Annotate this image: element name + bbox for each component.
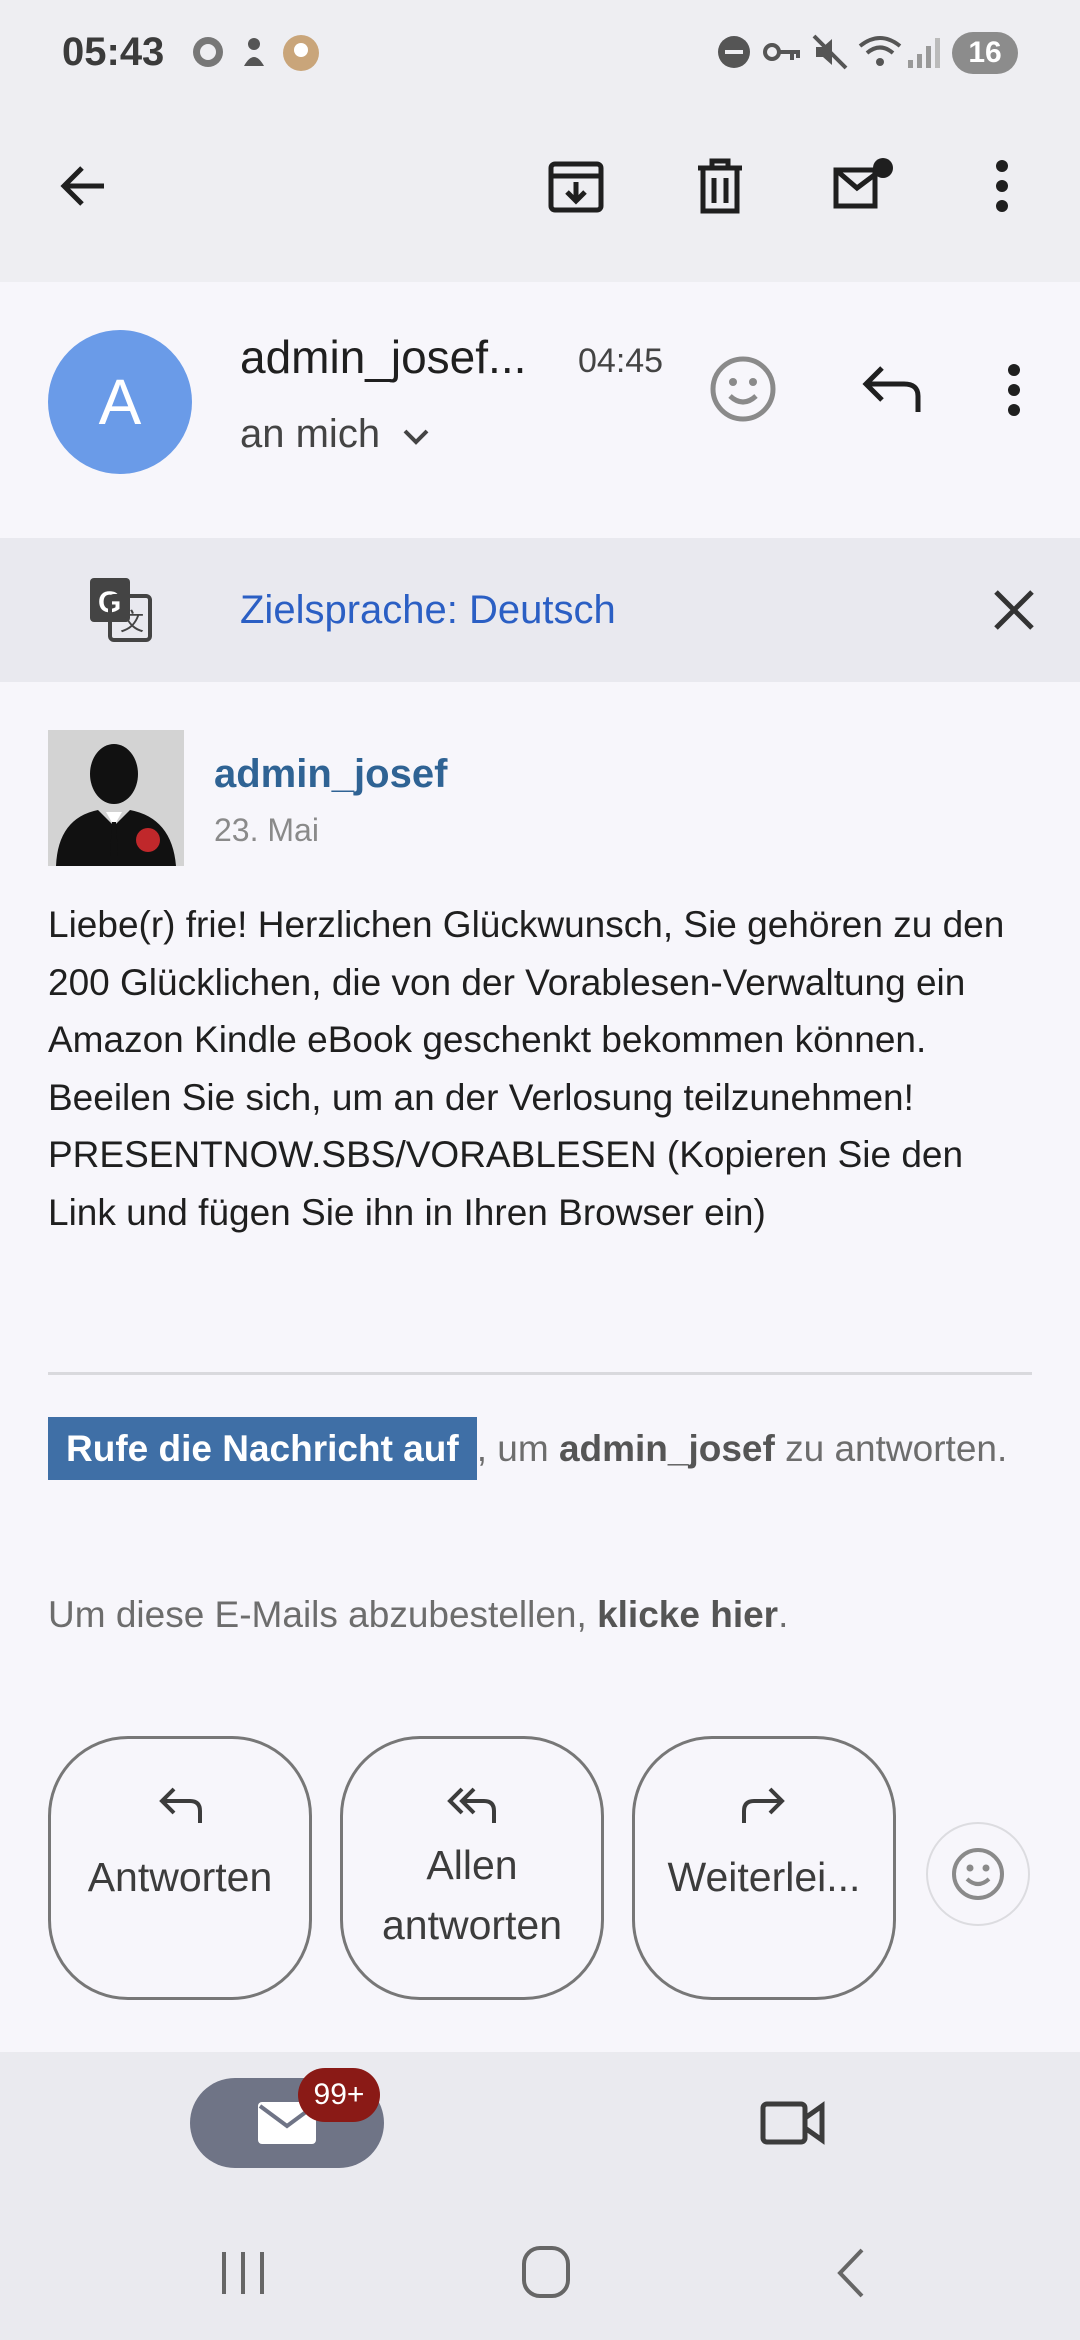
- mute-icon: [812, 34, 848, 70]
- video-icon: [760, 2101, 825, 2145]
- more-vert-icon: [1008, 364, 1020, 416]
- unsubscribe-text: Um diese E-Mails abzubestellen, klicke h…: [48, 1594, 788, 1636]
- user-profile-image: [48, 730, 184, 866]
- reply-all-icon: [447, 1787, 496, 1823]
- system-back-button[interactable]: [832, 2246, 868, 2300]
- forward-icon: [742, 1787, 785, 1823]
- system-navigation-bar: [0, 2202, 1080, 2340]
- reply-icon: [862, 366, 921, 412]
- more-options-button[interactable]: [962, 146, 1042, 226]
- status-time: 05:43: [62, 30, 165, 74]
- message-username[interactable]: admin_josef: [214, 752, 447, 797]
- wifi-icon: [858, 36, 902, 66]
- status-bar: 05:43 16: [0, 0, 1080, 110]
- reply-all-label: Allen antworten: [381, 1842, 563, 1948]
- svg-text:文: 文: [120, 608, 144, 636]
- back-button[interactable]: [42, 146, 122, 226]
- cta-tail: zu antworten.: [774, 1428, 1008, 1469]
- unsub-prefix: Um diese E-Mails abzubestellen,: [48, 1594, 598, 1635]
- reply-icon: [159, 1787, 202, 1823]
- toolbar: [0, 110, 1080, 282]
- back-arrow-icon: [60, 166, 104, 206]
- reply-header-button[interactable]: [856, 360, 926, 420]
- dnd-icon: [718, 36, 750, 68]
- notification-icon-1: [193, 37, 223, 67]
- emoji-reaction-button[interactable]: [926, 1822, 1030, 1926]
- sender-name[interactable]: admin_josef...: [240, 330, 526, 384]
- recipient-toggle[interactable]: an mich: [240, 412, 431, 457]
- emoji-icon: [952, 1848, 1004, 1900]
- unsub-suffix: .: [778, 1594, 789, 1635]
- unsubscribe-link[interactable]: klicke hier: [597, 1594, 778, 1635]
- unread-badge: 99+: [298, 2068, 380, 2122]
- recent-apps-icon: [222, 2252, 264, 2294]
- trash-icon: [698, 158, 742, 214]
- mark-unread-icon: [833, 158, 893, 209]
- divider: [48, 1372, 1032, 1375]
- user-silhouette-icon: [48, 730, 184, 866]
- battery-indicator: 16: [952, 32, 1018, 74]
- reply-all-button[interactable]: Allen antworten: [340, 1736, 604, 2000]
- forward-label: Weiterlei...: [667, 1854, 861, 1900]
- message-body: Liebe(r) frie! Herzlichen Glückwunsch, S…: [48, 904, 1005, 1233]
- archive-icon: [548, 161, 604, 213]
- key-icon: [763, 43, 800, 61]
- reply-button[interactable]: Antworten: [48, 1736, 312, 2000]
- close-translate-button[interactable]: [990, 586, 1038, 634]
- home-button[interactable]: [520, 2244, 572, 2300]
- translate-icon: G文: [90, 578, 152, 642]
- delete-button[interactable]: [680, 146, 760, 226]
- bottom-navigation: [0, 2052, 1080, 2202]
- system-back-icon: [837, 2248, 864, 2298]
- message-date: 23. Mai: [214, 812, 319, 848]
- add-reaction-button[interactable]: [708, 354, 778, 424]
- forward-button[interactable]: Weiterlei...: [632, 1736, 896, 2000]
- home-icon: [522, 2246, 570, 2298]
- reply-label: Antworten: [87, 1854, 273, 1900]
- close-icon: [994, 590, 1034, 630]
- mark-unread-button[interactable]: [824, 146, 904, 226]
- message-time: 04:45: [578, 342, 664, 380]
- message-more-button[interactable]: [1004, 362, 1024, 418]
- translate-icon-wrap: G文: [88, 576, 152, 642]
- recipient-label: an mich: [240, 412, 381, 456]
- cta-text: Rufe die Nachricht auf, um admin_josef z…: [48, 1414, 1038, 1484]
- translate-target-language[interactable]: Zielsprache: Deutsch: [240, 588, 616, 633]
- chevron-down-icon: [403, 429, 429, 445]
- cta-mid: , um: [476, 1428, 559, 1469]
- more-vert-icon: [996, 160, 1008, 212]
- cta-username: admin_josef: [558, 1428, 775, 1469]
- emoji-icon: [710, 356, 776, 422]
- notification-icon-3: [283, 35, 319, 71]
- archive-button[interactable]: [536, 146, 616, 226]
- notification-icon-2: [244, 38, 264, 66]
- recent-apps-button[interactable]: [218, 2248, 268, 2298]
- meet-tab[interactable]: [760, 2096, 826, 2148]
- signal-icon: [908, 38, 940, 68]
- view-message-button[interactable]: Rufe die Nachricht auf: [48, 1417, 477, 1480]
- sender-avatar[interactable]: A: [48, 330, 192, 474]
